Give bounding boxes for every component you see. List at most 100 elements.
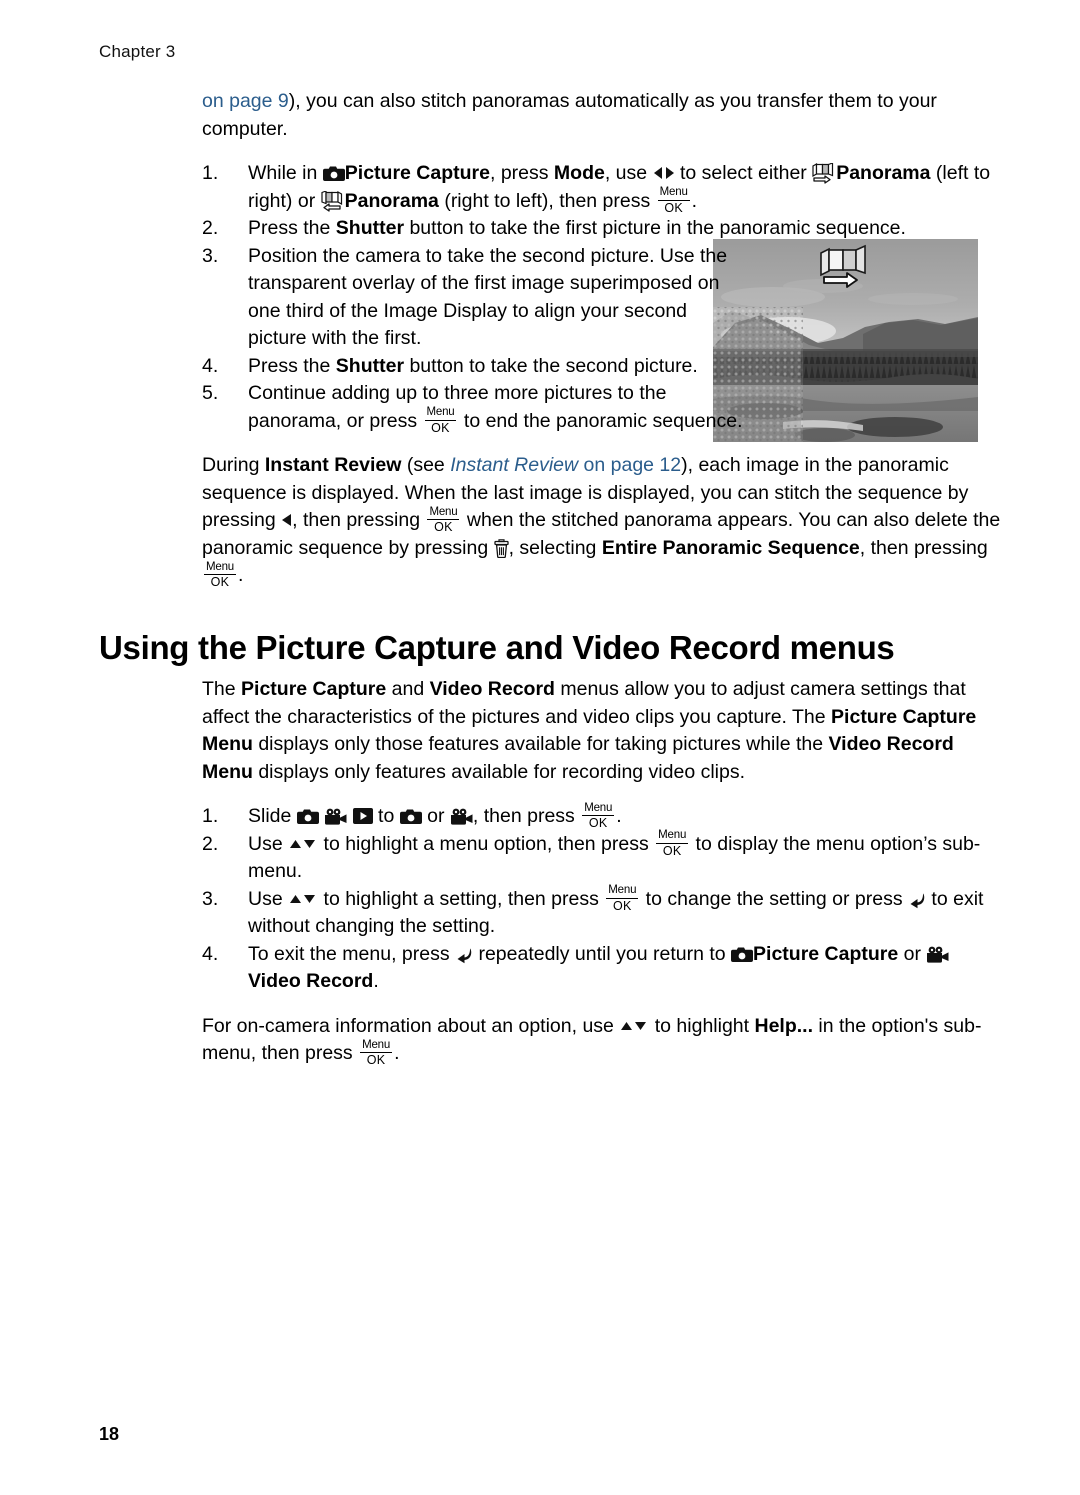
ir-text-4: , then pressing [292, 509, 426, 531]
step-text-2: , press [489, 162, 554, 184]
step-bold-shutter: Shutter [335, 354, 405, 377]
step-number: 2. [202, 217, 219, 239]
ms-text-1: Slide [248, 805, 297, 827]
si-text-2: and [386, 678, 430, 700]
step-item: 2. Press the Shutter button to take the f… [202, 215, 1002, 243]
step-text-3: , use [604, 162, 653, 184]
ms-text-1: To exit the menu, press [248, 942, 456, 965]
step-item: 2. Use to highlight a menu option, then p… [202, 829, 1002, 886]
back-arrow-icon [908, 891, 926, 909]
step-item: 3. Position the camera to take the second… [202, 243, 748, 353]
step-number: 1. [202, 162, 219, 184]
menu-ok-button-glyph: Menu OK [360, 1039, 393, 1067]
step-number: 1. [202, 805, 219, 827]
si-text-4: displays only those features available f… [252, 733, 829, 755]
step-item: 3. Use to highlight a setting, then press… [202, 884, 1002, 941]
intro-paragraph: on page 9), you can also stitch panorama… [202, 88, 1002, 143]
document-page: Chapter 3 on page 9), you can also stitc… [0, 0, 1080, 1495]
video-camera-icon [450, 808, 473, 826]
panorama-steps-list: 1. While in Picture Capture, press Mode, … [202, 160, 1002, 435]
step-number: 4. [202, 942, 219, 965]
step-number: 3. [202, 887, 219, 910]
ms-text-2: repeatedly until you return to [473, 942, 732, 965]
menu-ok-bottom-label: OK [431, 420, 450, 435]
intro-rest: ), you can also stitch panoramas automat… [202, 90, 937, 140]
camera-icon [322, 165, 345, 182]
step-text-1: Press the [248, 217, 336, 239]
ir-text-7: , then pressing [859, 536, 988, 559]
menu-ok-button-glyph: Menu OK [656, 829, 689, 858]
ir-bold-instant-review: Instant Review [264, 454, 402, 476]
video-camera-icon [324, 808, 347, 826]
menu-ok-button-glyph: Menu OK [606, 884, 639, 913]
step-text-1: Position the camera to take the second p… [248, 244, 728, 350]
step-number: 2. [202, 832, 219, 855]
step-number: 4. [202, 354, 219, 377]
step-text-4: to select either [674, 162, 813, 184]
section-content-column: The Picture Capture and Video Record men… [202, 676, 1002, 1068]
help-paragraph: For on-camera information about an optio… [202, 1013, 1002, 1068]
step-item: 5. Continue adding up to three more pictu… [202, 380, 748, 435]
link-instant-review[interactable]: Instant Review [450, 454, 578, 476]
link-on-page-9[interactable]: on page 9 [202, 90, 289, 112]
left-arrow-icon [281, 512, 292, 528]
menu-ok-top-label: Menu [606, 884, 639, 899]
ms-text-3: or [421, 805, 450, 827]
page-number: 18 [99, 1424, 120, 1444]
ir-text-1: During [202, 454, 265, 476]
ms-text-4: , then press [472, 805, 581, 827]
menu-ok-top-label: Menu [360, 1039, 393, 1053]
step-text-2: button to take the first picture in the … [404, 217, 906, 239]
ir-text-8: . [237, 564, 244, 586]
hp-text-1: For on-camera information about an optio… [202, 1014, 620, 1037]
si-text-1: The [202, 678, 242, 700]
menu-ok-button-glyph: Menu OK [424, 406, 457, 435]
menu-ok-bottom-label: OK [664, 200, 683, 215]
menu-ok-button-glyph: Menu OK [204, 561, 236, 589]
panorama-right-to-left-icon [321, 190, 345, 212]
ms-text-3: to change the setting or press [640, 887, 909, 910]
menu-ok-bottom-label: OK [612, 898, 632, 913]
menu-ok-top-label: Menu [427, 506, 460, 520]
ms-text-1: Use [248, 832, 289, 855]
up-down-arrows-icon [619, 1019, 649, 1033]
ms-bold-video-record: Video Record [248, 970, 374, 992]
step-item: 4. Press the Shutter button to take the s… [202, 353, 748, 381]
step-text-1: Press the [248, 354, 336, 377]
menu-ok-bottom-label: OK [588, 816, 608, 830]
si-text-5: displays only features available for rec… [252, 760, 746, 783]
step-item: 4. To exit the menu, press repeatedly unt… [202, 941, 1002, 996]
menu-ok-bottom-label: OK [210, 575, 230, 589]
step-bold-panorama-2: Panorama [344, 189, 439, 212]
step-bold-mode: Mode [553, 162, 605, 184]
ir-text-2: (see [401, 454, 451, 476]
ms-text-2: to highlight a setting, then press [318, 887, 605, 910]
step-text-1: While in [248, 162, 323, 184]
ms-text-3: or [898, 942, 927, 965]
link-on-page-12[interactable]: on page 12 [578, 454, 682, 476]
menu-ok-button-glyph: Menu OK [657, 186, 690, 215]
up-down-arrows-icon [288, 892, 318, 906]
menu-ok-top-label: Menu [657, 186, 690, 201]
camera-icon [731, 946, 754, 963]
camera-icon [399, 808, 422, 825]
hp-text-4: . [394, 1042, 400, 1064]
content-column: on page 9), you can also stitch panorama… [202, 88, 1002, 590]
step-text-6: (right to left), then press [438, 189, 656, 212]
menu-ok-button-glyph: Menu OK [427, 506, 460, 534]
menu-ok-top-label: Menu [204, 561, 236, 575]
menu-ok-bottom-label: OK [366, 1053, 386, 1067]
video-camera-icon [926, 946, 949, 964]
step-text-2: button to take the second picture. [404, 354, 698, 377]
chapter-running-head: Chapter 3 [99, 42, 176, 61]
section-heading: Using the Picture Capture and Video Reco… [99, 629, 895, 666]
menu-ok-bottom-label: OK [662, 843, 682, 858]
ms-text-4: . [373, 970, 379, 992]
si-bold-picture-capture: Picture Capture [241, 678, 387, 700]
ms-text-1: Use [248, 887, 289, 910]
up-down-arrows-icon [288, 837, 318, 851]
menu-steps-list: 1. Slide to or , then press Menu OK. 2. Use… [202, 802, 1002, 996]
step-item: 1. Slide to or , then press Menu OK. [202, 802, 1002, 831]
